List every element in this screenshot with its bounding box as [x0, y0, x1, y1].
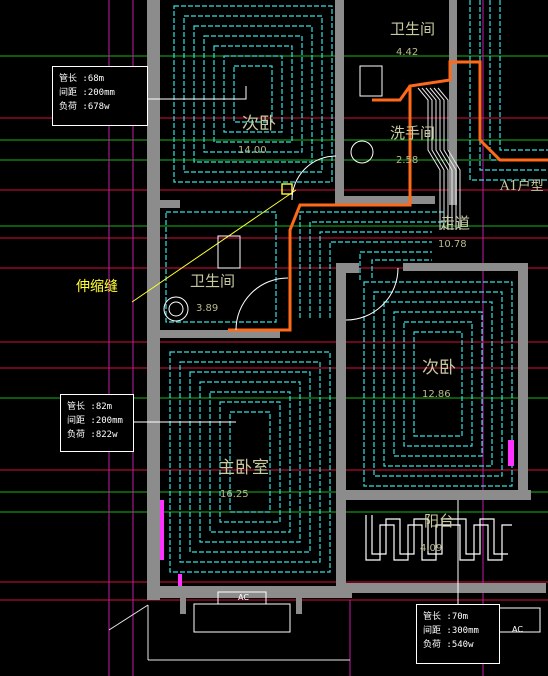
room-area-washroom: 2.58: [396, 155, 419, 166]
room-area-bedroom-top: 14.00: [238, 145, 267, 156]
room-area-bath-top: 4.42: [396, 47, 419, 58]
room-name-washroom: 洗手间: [390, 124, 436, 142]
pipe-spacing: 间距 :200mm: [59, 88, 115, 98]
ac-label-left: AC: [238, 593, 249, 602]
expansion-joint-marker: [281, 183, 293, 195]
room-area-balcony: 4.09: [420, 543, 443, 554]
pipe-spec-box-master: 管长 :82m 间距 :200mm 负荷 :822w: [60, 394, 134, 452]
room-name-bedroom-right: 次卧: [422, 358, 456, 378]
pipe-spec-box-balcony: 管长 :70m 间距 :300mm 负荷 :540w: [416, 604, 500, 664]
ac-label-right: AC: [512, 625, 523, 634]
room-name-bath-top: 卫生间: [390, 20, 436, 38]
pipe-spacing: 间距 :300mm: [423, 626, 479, 636]
room-area-bedroom-right: 12.86: [422, 389, 451, 400]
pipe-load: 负荷 :822w: [67, 430, 118, 440]
room-name-master: 主卧室: [218, 458, 269, 478]
pipe-load: 负荷 :678w: [59, 102, 110, 112]
room-name-bedroom-top: 次卧: [242, 114, 276, 134]
pipe-length: 管长 :70m: [423, 612, 469, 622]
room-name-bath-mid: 卫生间: [190, 272, 236, 290]
pipe-load: 负荷 :540w: [423, 640, 474, 650]
pipe-length: 管长 :82m: [67, 402, 113, 412]
pipe-spec-box-top: 管长 :68m 间距 :200mm 负荷 :678w: [52, 66, 148, 126]
room-area-bath-mid: 3.89: [196, 303, 219, 314]
floor-heating-plan: 卫生间 4.42 次卧 14.00 洗手间 2.58 A1户型 走道 10.78…: [0, 0, 548, 676]
room-area-corridor: 10.78: [438, 239, 467, 250]
room-name-balcony: 阳台: [424, 512, 455, 530]
room-name-corridor: 走道: [440, 214, 471, 232]
pipe-spacing: 间距 :200mm: [67, 416, 123, 426]
expansion-joint-label: 伸缩缝: [76, 279, 118, 295]
pipe-length: 管长 :68m: [59, 74, 105, 84]
room-area-master: 16.25: [220, 489, 249, 500]
unit-type-label: A1户型: [500, 179, 544, 194]
